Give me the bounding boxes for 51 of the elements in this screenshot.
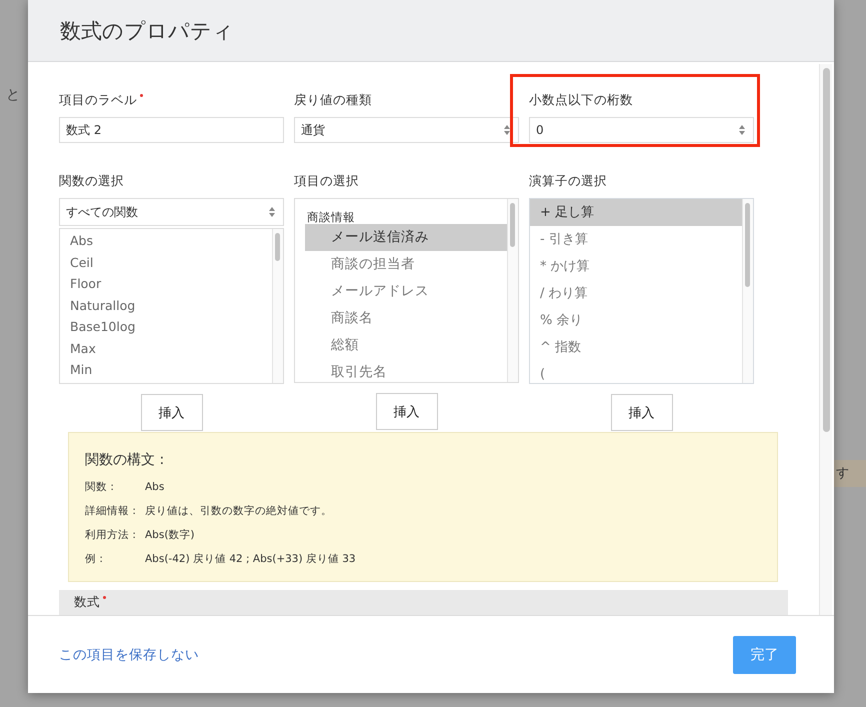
- list-item[interactable]: (: [530, 361, 742, 383]
- syntax-title: 関数の構文 :: [85, 451, 166, 469]
- list-item[interactable]: Min: [60, 359, 272, 380]
- syntax-value: Abs: [145, 481, 164, 493]
- list-item[interactable]: Base10log: [60, 316, 272, 338]
- discard-link[interactable]: この項目を保存しない: [59, 646, 199, 664]
- syntax-value: Abs(数字): [145, 528, 195, 542]
- list-item[interactable]: Max: [60, 338, 272, 359]
- syntax-label: 詳細情報 :: [85, 504, 137, 518]
- list-item[interactable]: Ceil: [60, 252, 272, 273]
- updown-icon: [738, 124, 746, 136]
- list-item[interactable]: メール送信済み: [305, 224, 507, 251]
- background-text: と: [6, 86, 20, 104]
- list-item[interactable]: - 引き算: [530, 226, 742, 253]
- syntax-label: 例 :: [85, 552, 104, 566]
- list-item[interactable]: 商談名: [305, 305, 507, 332]
- list-item[interactable]: * かけ算: [530, 253, 742, 280]
- syntax-value: Abs(-42) 戻り値 42 ; Abs(+33) 戻り値 33: [145, 552, 356, 566]
- syntax-label: 関数 :: [85, 480, 115, 494]
- list-item[interactable]: 総額: [305, 332, 507, 359]
- formula-label: 数式: [74, 594, 100, 611]
- list-item[interactable]: Abs: [60, 230, 272, 252]
- dialog-title: 数式のプロパティ: [60, 18, 234, 44]
- number-field[interactable]: 0: [529, 117, 754, 143]
- updown-icon: [503, 124, 511, 136]
- picker-label: 演算子の選択: [529, 173, 607, 190]
- select-field[interactable]: 通貨: [294, 117, 519, 143]
- insert-button[interactable]: 挿入: [376, 393, 438, 430]
- field-label: 小数点以下の桁数: [529, 92, 633, 109]
- list-item[interactable]: ^ 指数: [530, 334, 742, 361]
- list-item[interactable]: Floor: [60, 273, 272, 294]
- insert-button[interactable]: 挿入: [140, 394, 202, 431]
- insert-button[interactable]: 挿入: [610, 394, 672, 431]
- list-item[interactable]: % 余り: [530, 307, 742, 334]
- syntax-label: 利用方法 :: [85, 528, 137, 542]
- list-item[interactable]: 商談の担当者: [305, 251, 507, 278]
- field-label: 戻り値の種類: [294, 92, 372, 109]
- background-text: す: [834, 460, 866, 487]
- picker-label: 関数の選択: [59, 173, 124, 190]
- select-field[interactable]: すべての関数: [59, 198, 284, 226]
- text-field[interactable]: 数式 2: [59, 117, 284, 143]
- updown-icon: [268, 206, 276, 218]
- field-label: 項目のラベル: [59, 92, 137, 109]
- list-item[interactable]: メールアドレス: [305, 278, 507, 305]
- picker-label: 項目の選択: [294, 173, 359, 190]
- group-heading: 商談情報: [307, 210, 356, 224]
- list-item[interactable]: Naturallog: [60, 294, 272, 316]
- list-item[interactable]: 取引先名: [305, 359, 507, 382]
- syntax-value: 戻り値は、引数の数字の絶対値です。: [145, 504, 332, 518]
- list-item[interactable]: / わり算: [530, 280, 742, 307]
- list-item[interactable]: + 足し算: [530, 199, 742, 226]
